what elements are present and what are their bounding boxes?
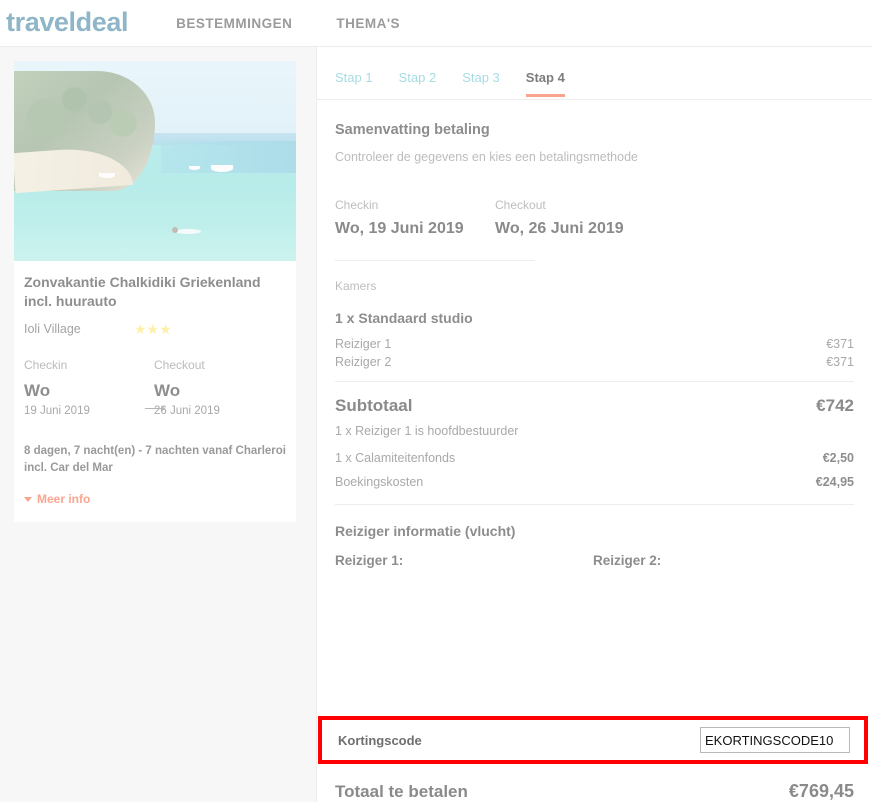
hotel-name: Ioli Village bbox=[24, 321, 81, 336]
beach-photo bbox=[14, 61, 296, 261]
sidebar-checkout-day: Wo bbox=[154, 380, 181, 400]
price-line-label: Reiziger 2 bbox=[335, 355, 392, 369]
panel-body: Samenvatting betaling Controleer de gege… bbox=[317, 100, 872, 568]
trip-card: Zonvakantie Chalkidiki Griekenland incl.… bbox=[14, 61, 296, 523]
chevron-down-icon bbox=[24, 496, 32, 502]
price-line-label: Reiziger 1 bbox=[335, 337, 392, 351]
main-checkin-value: Wo, 19 Juni 2019 bbox=[335, 220, 464, 237]
stay-dates: Checkin Wo, 19 Juni 2019 Checkout Wo, 26… bbox=[335, 198, 854, 238]
fee-line: Boekingskosten €24,95 bbox=[335, 470, 854, 494]
fee-amount: €2,50 bbox=[822, 451, 854, 465]
more-info-toggle[interactable]: Meer info bbox=[24, 492, 286, 506]
trip-dates: Checkin Wo 19 Juni 2019 Checkout Wo 26 J… bbox=[24, 358, 286, 417]
tab-stap-4[interactable]: Stap 4 bbox=[525, 70, 565, 97]
tab-stap-2[interactable]: Stap 2 bbox=[399, 70, 437, 97]
trip-details: Zonvakantie Chalkidiki Griekenland incl.… bbox=[14, 261, 296, 522]
site-header: traveldeal BESTEMMINGEN THEMA'S bbox=[0, 0, 872, 47]
sidebar-checkin: Checkin Wo 19 Juni 2019 bbox=[24, 358, 154, 417]
sidebar-checkout-date: 26 Juni 2019 bbox=[154, 404, 220, 417]
trip-description: 8 dagen, 7 nacht(en) - 7 nachten vanaf C… bbox=[24, 444, 287, 475]
arrow-right-icon: ⟶ bbox=[144, 399, 166, 417]
total-amount: €769,45 bbox=[788, 781, 854, 801]
more-info-label: Meer info bbox=[37, 492, 91, 507]
star-rating-icon: ★★★ bbox=[134, 320, 172, 337]
page-title: Samenvatting betaling bbox=[335, 122, 490, 138]
sidebar-checkout: Checkout Wo 26 Juni 2019 bbox=[154, 358, 284, 417]
discount-code-label: Kortingscode bbox=[338, 732, 422, 748]
trip-title: Zonvakantie Chalkidiki Griekenland incl.… bbox=[24, 274, 261, 310]
photo-overlay bbox=[14, 61, 296, 261]
divider bbox=[335, 504, 854, 505]
price-line-amount: €371 bbox=[826, 337, 854, 351]
main-checkout: Checkout Wo, 26 Juni 2019 bbox=[495, 198, 655, 238]
booking-panel: Stap 1 Stap 2 Stap 3 Stap 4 Samenvatting… bbox=[316, 47, 872, 802]
total-row: Totaal te betalen €769,45 bbox=[335, 781, 854, 802]
main-checkout-label: Checkout bbox=[495, 198, 546, 212]
subtotal-note: 1 x Reiziger 1 is hoofdbestuurder bbox=[335, 422, 854, 446]
discount-code-input[interactable] bbox=[700, 727, 850, 753]
sidebar-checkout-label: Checkout bbox=[154, 357, 205, 372]
subtotal-note-label: 1 x Reiziger 1 is hoofdbestuurder bbox=[335, 424, 519, 438]
subtotal-label: Subtotaal bbox=[335, 396, 413, 415]
divider bbox=[335, 260, 535, 261]
main-checkin: Checkin Wo, 19 Juni 2019 bbox=[335, 198, 495, 238]
room-title: 1 x Standaard studio bbox=[335, 310, 473, 326]
main-checkout-value: Wo, 26 Juni 2019 bbox=[495, 220, 624, 237]
subtotal-amount: €742 bbox=[816, 396, 854, 415]
divider bbox=[335, 381, 854, 382]
price-line: Reiziger 1 €371 bbox=[335, 335, 854, 353]
total-label: Totaal te betalen bbox=[335, 782, 468, 801]
nav-item-themas[interactable]: THEMA'S bbox=[336, 16, 400, 31]
tab-stap-3[interactable]: Stap 3 bbox=[462, 70, 500, 97]
fee-label: Boekingskosten bbox=[335, 475, 424, 489]
tab-stap-1[interactable]: Stap 1 bbox=[335, 70, 373, 97]
price-line: Reiziger 2 €371 bbox=[335, 353, 854, 371]
page-layout: Zonvakantie Chalkidiki Griekenland incl.… bbox=[0, 47, 872, 802]
traveler-row: Reiziger 1: Reiziger 2: bbox=[335, 553, 854, 568]
sidebar-checkin-label: Checkin bbox=[24, 357, 68, 372]
sidebar-checkin-date: 19 Juni 2019 bbox=[24, 404, 90, 417]
hotel-row: Ioli Village ★★★ bbox=[24, 322, 286, 336]
main-nav: BESTEMMINGEN THEMA'S bbox=[176, 16, 400, 31]
discount-code-section: Kortingscode bbox=[318, 716, 868, 764]
traveler-1-label: Reiziger 1: bbox=[335, 553, 404, 568]
logo[interactable]: traveldeal bbox=[6, 8, 128, 38]
subtotal-row: Subtotaal €742 bbox=[335, 394, 854, 422]
fee-label: 1 x Calamiteitenfonds bbox=[335, 451, 456, 465]
fee-line: 1 x Calamiteitenfonds €2,50 bbox=[335, 446, 854, 470]
trip-sidebar: Zonvakantie Chalkidiki Griekenland incl.… bbox=[0, 47, 316, 536]
traveler-2-label: Reiziger 2: bbox=[593, 553, 662, 568]
rooms-label: Kamers bbox=[335, 279, 377, 293]
page-subtitle: Controleer de gegevens en kies een betal… bbox=[335, 150, 638, 164]
nav-item-bestemmingen[interactable]: BESTEMMINGEN bbox=[176, 16, 292, 31]
price-line-amount: €371 bbox=[826, 355, 854, 369]
step-tabs: Stap 1 Stap 2 Stap 3 Stap 4 bbox=[317, 47, 872, 100]
traveler-section-title: Reiziger informatie (vlucht) bbox=[335, 523, 516, 539]
fee-amount: €24,95 bbox=[815, 475, 854, 489]
main-checkin-label: Checkin bbox=[335, 198, 379, 212]
sidebar-checkin-day: Wo bbox=[24, 380, 51, 400]
